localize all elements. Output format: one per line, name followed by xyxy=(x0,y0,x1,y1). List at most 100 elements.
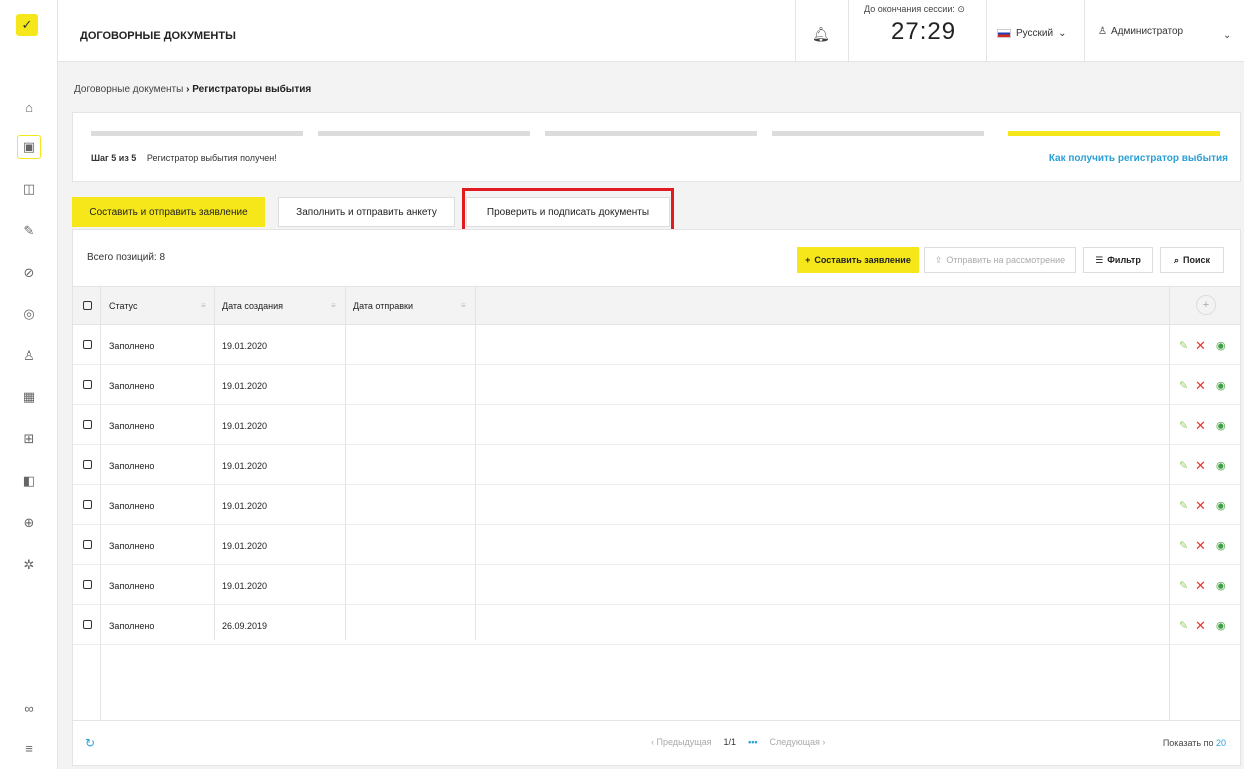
view-icon[interactable]: ◉ xyxy=(1216,459,1226,472)
language-select[interactable]: Русский ⌄ xyxy=(997,28,1067,39)
view-icon[interactable]: ◉ xyxy=(1216,499,1226,512)
table-row[interactable]: Заполнено 19.01.2020 ✎ ✕ ◉ xyxy=(73,485,1240,525)
row-checkbox[interactable] xyxy=(83,380,92,389)
view-icon[interactable]: ◉ xyxy=(1216,619,1226,632)
created-cell: 19.01.2020 xyxy=(222,421,268,431)
delete-icon[interactable]: ✕ xyxy=(1195,578,1206,594)
page-size-label: Показать по xyxy=(1162,738,1214,748)
add-column-icon[interactable]: + xyxy=(1196,295,1216,315)
table-row[interactable]: Заполнено 19.01.2020 ✎ ✕ ◉ xyxy=(73,565,1240,605)
row-checkbox[interactable] xyxy=(83,420,92,429)
row-checkbox[interactable] xyxy=(83,500,92,509)
status-cell: Заполнено xyxy=(109,381,155,391)
delete-icon[interactable]: ✕ xyxy=(1195,378,1206,394)
chip-icon[interactable]: ▦ xyxy=(18,386,40,408)
delete-icon[interactable]: ✕ xyxy=(1195,538,1206,554)
edit-icon[interactable]: ✎ xyxy=(1179,339,1188,352)
edit-icon[interactable]: ✎ xyxy=(1179,539,1188,552)
help-link[interactable]: Как получить регистратор выбытия xyxy=(1049,153,1228,164)
prev-page-button[interactable]: ‹ Предыдущая xyxy=(651,737,712,747)
edit-icon[interactable]: ✎ xyxy=(1179,459,1188,472)
row-checkbox[interactable] xyxy=(83,460,92,469)
delete-icon[interactable]: ✕ xyxy=(1195,458,1206,474)
delete-icon[interactable]: ✕ xyxy=(1195,618,1206,634)
more-pages-button[interactable]: ••• xyxy=(748,737,757,747)
bell-icon[interactable]: 🔔︎ xyxy=(812,26,830,43)
table-row[interactable]: Заполнено 19.01.2020 ✎ ✕ ◉ xyxy=(73,525,1240,565)
edit-icon[interactable]: ✎ xyxy=(1179,419,1188,432)
row-checkbox[interactable] xyxy=(83,340,92,349)
row-checkbox[interactable] xyxy=(83,540,92,549)
view-icon[interactable]: ◉ xyxy=(1216,419,1226,432)
stepper-panel: Шаг 5 из 5 Регистратор выбытия получен! … xyxy=(72,112,1241,182)
created-cell: 26.09.2019 xyxy=(222,621,268,631)
edit-icon[interactable]: ✎ xyxy=(1179,499,1188,512)
view-icon[interactable]: ◉ xyxy=(1216,539,1226,552)
globe-icon[interactable]: ⊕ xyxy=(18,512,40,534)
view-icon[interactable]: ◉ xyxy=(1216,379,1226,392)
breadcrumb: Договорные документы › Регистраторы выбы… xyxy=(74,84,311,95)
table-row[interactable]: Заполнено 19.01.2020 ✎ ✕ ◉ xyxy=(73,445,1240,485)
sidebar: ✓ ⌂ ▣ ◫ ✎ ⊘ ◎ ♙ ▦ ⊞ ◧ ⊕ ✲ ∞ ≡ xyxy=(0,0,58,769)
step-message: Регистратор выбытия получен! xyxy=(146,153,277,163)
delete-icon[interactable]: ✕ xyxy=(1195,498,1206,514)
table-row[interactable]: Заполнено 26.09.2019 ✎ ✕ ◉ xyxy=(73,605,1240,645)
sort-icon[interactable]: ≡ xyxy=(461,301,466,310)
edit-icon[interactable]: ✎ xyxy=(1179,619,1188,632)
delete-icon[interactable]: ✕ xyxy=(1195,338,1206,354)
fingerprint-icon[interactable]: ◎ xyxy=(18,303,40,325)
view-icon[interactable]: ◉ xyxy=(1216,339,1226,352)
compose-statement-button[interactable]: + Составить заявление xyxy=(797,247,919,273)
search-button[interactable]: ⌕ Поиск xyxy=(1160,247,1224,273)
sort-icon[interactable]: ≡ xyxy=(331,301,336,310)
delete-icon[interactable]: ✕ xyxy=(1195,418,1206,434)
user-icon[interactable]: ♙ xyxy=(18,345,40,367)
check-logo-icon[interactable]: ✓ xyxy=(16,14,38,36)
grid-icon[interactable]: ⊞ xyxy=(18,428,40,450)
page-size-select[interactable]: 20 xyxy=(1216,738,1226,748)
menu-icon[interactable]: ≡ xyxy=(18,737,40,759)
user-menu[interactable]: ♙ Администратор xyxy=(1098,26,1183,37)
link-icon[interactable]: ⊘ xyxy=(18,262,40,284)
tool-icon[interactable]: ✎ xyxy=(18,220,40,242)
row-checkbox[interactable] xyxy=(83,620,92,629)
tab-fill-questionnaire[interactable]: Заполнить и отправить анкету xyxy=(278,197,455,227)
briefcase-icon[interactable]: ▣ xyxy=(17,135,41,159)
status-cell: Заполнено xyxy=(109,461,155,471)
created-cell: 19.01.2020 xyxy=(222,541,268,551)
step-status: Шаг 5 из 5 Регистратор выбытия получен! xyxy=(91,153,277,163)
edit-icon[interactable]: ✎ xyxy=(1179,379,1188,392)
tab-compose-statement[interactable]: Составить и отправить заявление xyxy=(72,197,265,227)
home-icon[interactable]: ⌂ xyxy=(18,96,40,118)
edit-icon[interactable]: ✎ xyxy=(1179,579,1188,592)
sort-icon[interactable]: ≡ xyxy=(201,301,206,310)
select-all-checkbox[interactable] xyxy=(83,301,92,310)
step-label: Шаг 5 из 5 xyxy=(91,153,137,163)
breadcrumb-parent[interactable]: Договорные документы xyxy=(74,84,183,95)
page-title: ДОГОВОРНЫЕ ДОКУМЕНТЫ xyxy=(80,30,236,42)
filter-button[interactable]: ☰ Фильтр xyxy=(1083,247,1153,273)
link-chain-icon[interactable]: ∞ xyxy=(18,697,40,719)
column-created[interactable]: Дата создания xyxy=(222,301,283,311)
folder-icon[interactable]: ◫ xyxy=(18,178,40,200)
send-for-review-button[interactable]: ⇪ Отправить на рассмотрение xyxy=(924,247,1076,273)
next-page-button[interactable]: Следующая › xyxy=(770,737,826,747)
settings-icon[interactable]: ✲ xyxy=(18,554,40,576)
table-row[interactable]: Заполнено 19.01.2020 ✎ ✕ ◉ xyxy=(73,405,1240,445)
status-cell: Заполнено xyxy=(109,621,155,631)
chevron-down-icon[interactable]: ⌄ xyxy=(1223,30,1231,41)
column-status[interactable]: Статус xyxy=(109,301,137,311)
table-row[interactable]: Заполнено 19.01.2020 ✎ ✕ ◉ xyxy=(73,365,1240,405)
status-cell: Заполнено xyxy=(109,501,155,511)
table-footer: ↻ ‹ Предыдущая 1/1 ••• Следующая › Показ… xyxy=(73,720,1240,765)
column-sent[interactable]: Дата отправки xyxy=(353,301,413,311)
refresh-icon[interactable]: ↻ xyxy=(85,736,95,750)
view-icon[interactable]: ◉ xyxy=(1216,579,1226,592)
created-cell: 19.01.2020 xyxy=(222,581,268,591)
archive-icon[interactable]: ◧ xyxy=(18,470,40,492)
table-row[interactable]: Заполнено 19.01.2020 ✎ ✕ ◉ xyxy=(73,325,1240,365)
step-bar xyxy=(545,131,757,136)
table-header: Статус ≡ Дата создания ≡ Дата отправки ≡… xyxy=(73,286,1240,325)
total-count: Всего позиций: 8 xyxy=(87,252,166,263)
row-checkbox[interactable] xyxy=(83,580,92,589)
